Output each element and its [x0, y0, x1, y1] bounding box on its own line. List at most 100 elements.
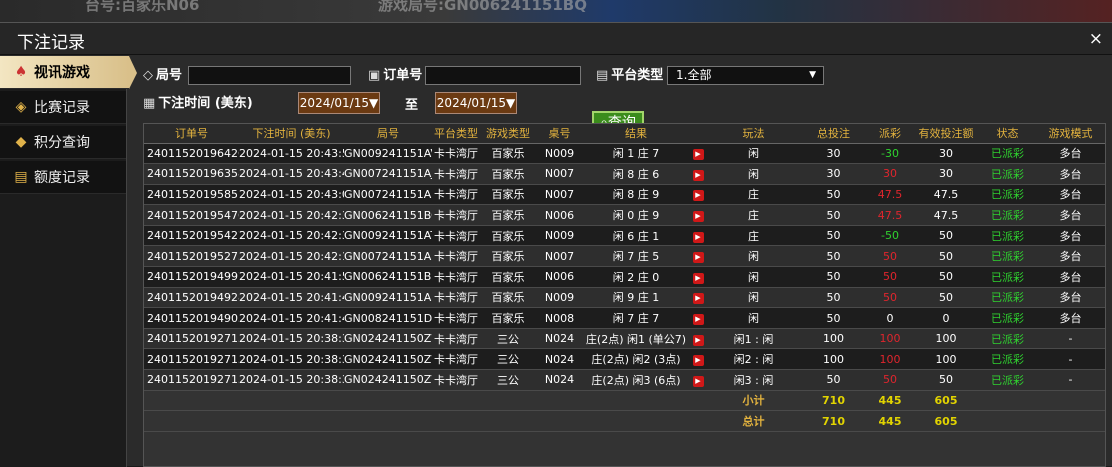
- total-total-bet: 710: [800, 410, 867, 432]
- table-row[interactable]: 2401152019499712024-01-15 20:41:55GN0062…: [144, 266, 1105, 288]
- bet-record-dialog: 下注记录 × ♠ 视讯游戏 ◈ 比赛记录 ◆ 积分查询 ▤ 额度记录 ◇ 局号 ▣…: [0, 22, 1112, 467]
- play-icon[interactable]: ▶: [692, 169, 704, 181]
- bet-time-cell: 2024-01-15 20:43:47: [239, 163, 344, 185]
- table-row[interactable]: 2401152019271562024-01-15 20:38:30GN0242…: [144, 328, 1105, 350]
- table-no-cell: N024: [536, 369, 583, 391]
- sidebar-item-live-games[interactable]: ♠ 视讯游戏: [0, 56, 137, 89]
- play-icon[interactable]: ▶: [692, 293, 704, 305]
- bet-option-cell: 庄: [707, 184, 800, 206]
- empty-cell: [344, 410, 432, 432]
- play-icon[interactable]: ▶: [692, 231, 704, 243]
- round-id-cell: GN024241150ZW: [344, 328, 432, 350]
- bet-option-cell: 庄: [707, 204, 800, 226]
- replay-cell: ▶: [689, 204, 707, 226]
- table-row[interactable]: 2401152019492892024-01-15 20:41:48GN0092…: [144, 287, 1105, 309]
- sidebar-item-points[interactable]: ◆ 积分查询: [0, 126, 126, 159]
- date-to-picker[interactable]: 2024/01/15▼: [435, 92, 517, 114]
- sidebar-item-label: 视讯游戏: [34, 65, 90, 81]
- status-cell: 已派彩: [979, 307, 1036, 329]
- bet-option-cell: 闲: [707, 245, 800, 268]
- round-id-cell: GN009241151AS: [344, 287, 432, 309]
- total-row: 总计 710 445 605: [144, 410, 1105, 432]
- game-mode-cell: 多台: [1036, 287, 1105, 309]
- platform-select[interactable]: 1.全部 ▼: [667, 66, 824, 85]
- dialog-title: 下注记录: [17, 33, 85, 53]
- subtotal-total-bet: 710: [800, 390, 867, 412]
- bet-time-cell: 2024-01-15 20:42:37: [239, 204, 344, 226]
- platform-cell: 卡卡湾厅: [432, 307, 480, 329]
- play-icon[interactable]: ▶: [692, 252, 704, 264]
- play-icon[interactable]: ▶: [692, 272, 704, 284]
- valid-bet-cell: 50: [913, 225, 979, 247]
- result-cell: 闲 2 庄 0: [583, 266, 689, 288]
- table-row[interactable]: 2401152019542772024-01-15 20:42:34GN0092…: [144, 225, 1105, 247]
- column-header: 游戏类型: [480, 124, 536, 144]
- game-mode-cell: -: [1036, 369, 1105, 391]
- valid-bet-cell: 47.5: [913, 204, 979, 226]
- play-icon[interactable]: ▶: [692, 314, 704, 326]
- list-icon: ▤: [596, 68, 609, 83]
- bet-time-cell: 2024-01-15 20:42:17: [239, 245, 344, 268]
- play-icon[interactable]: ▶: [692, 355, 704, 367]
- bet-option-cell: 闲2 : 闲: [707, 348, 800, 371]
- total-bet-cell: 50: [800, 266, 867, 288]
- play-icon[interactable]: ▶: [692, 211, 704, 223]
- sidebar-item-match-records[interactable]: ◈ 比赛记录: [0, 91, 126, 124]
- result-cell: 庄(2点) 闲2 (3点): [583, 348, 689, 371]
- order-input[interactable]: [425, 66, 581, 85]
- table-body: 2401152019642642024-01-15 20:43:52GN0092…: [144, 143, 1105, 432]
- result-cell: 闲 7 庄 7: [583, 307, 689, 329]
- table-row[interactable]: 2401152019547682024-01-15 20:42:37GN0062…: [144, 204, 1105, 226]
- replay-cell: ▶: [689, 287, 707, 309]
- play-icon[interactable]: ▶: [692, 375, 704, 387]
- table-row[interactable]: 2401152019585162024-01-15 20:43:07GN0072…: [144, 184, 1105, 206]
- play-icon[interactable]: ▶: [692, 334, 704, 346]
- column-header: 结果: [583, 124, 689, 144]
- order-id-cell: 240115201952731: [144, 245, 239, 268]
- total-bet-cell: 30: [800, 143, 867, 165]
- game-mode-cell: -: [1036, 348, 1105, 371]
- round-input[interactable]: [188, 66, 351, 85]
- platform-cell: 卡卡湾厅: [432, 225, 480, 247]
- table-row[interactable]: 2401152019271552024-01-15 20:38:30GN0242…: [144, 348, 1105, 371]
- status-cell: 已派彩: [979, 245, 1036, 268]
- valid-bet-cell: 100: [913, 348, 979, 371]
- result-cell: 闲 8 庄 6: [583, 163, 689, 185]
- table-row[interactable]: 2401152019271542024-01-15 20:38:30GN0242…: [144, 369, 1105, 391]
- status-cell: 已派彩: [979, 163, 1036, 185]
- order-id-cell: 240115201954768: [144, 204, 239, 226]
- empty-cell: [344, 390, 432, 412]
- records-table: 订单号 下注时间 (美东) 局号 平台类型 游戏类型 桌号 结果 玩法 总投注 派彩 有效投注额 状态…: [143, 123, 1106, 467]
- clipboard-icon: ▣: [368, 68, 381, 83]
- order-label: ▣ 订单号: [368, 68, 423, 83]
- status-cell: 已派彩: [979, 328, 1036, 350]
- bet-option-cell: 闲3 : 闲: [707, 369, 800, 391]
- column-header: 游戏模式: [1036, 124, 1105, 144]
- play-icon[interactable]: ▶: [692, 149, 704, 161]
- background-round-label: 游戏局号:GN006241151BQ: [378, 0, 587, 14]
- total-bet-cell: 100: [800, 328, 867, 350]
- bet-time-cell: 2024-01-15 20:38:30: [239, 328, 344, 350]
- background-table-label: 台号:百家乐N06: [85, 0, 200, 14]
- sidebar-item-credit-records[interactable]: ▤ 额度记录: [0, 161, 126, 194]
- sidebar: ♠ 视讯游戏 ◈ 比赛记录 ◆ 积分查询 ▤ 额度记录: [0, 56, 137, 467]
- empty-cell: [536, 410, 583, 432]
- table-row[interactable]: 2401152019642642024-01-15 20:43:52GN0092…: [144, 143, 1105, 165]
- replay-cell: ▶: [689, 369, 707, 391]
- total-bet-cell: 100: [800, 348, 867, 371]
- close-icon[interactable]: ×: [1089, 29, 1103, 49]
- table-row[interactable]: 2401152019635872024-01-15 20:43:47GN0072…: [144, 163, 1105, 185]
- round-id-cell: GN024241150ZW: [344, 348, 432, 371]
- table-no-cell: N006: [536, 266, 583, 288]
- game-mode-cell: -: [1036, 328, 1105, 350]
- result-cell: 闲 7 庄 5: [583, 245, 689, 268]
- game-type-cell: 百家乐: [480, 163, 536, 185]
- platform-cell: 卡卡湾厅: [432, 184, 480, 206]
- empty-cell: [979, 410, 1036, 432]
- table-row[interactable]: 2401152019490382024-01-15 20:41:45GN0082…: [144, 307, 1105, 329]
- table-row[interactable]: 2401152019527312024-01-15 20:42:17GN0072…: [144, 245, 1105, 268]
- play-icon[interactable]: ▶: [692, 190, 704, 202]
- result-cell: 闲 8 庄 9: [583, 184, 689, 206]
- status-cell: 已派彩: [979, 287, 1036, 309]
- date-from-picker[interactable]: 2024/01/15▼: [298, 92, 380, 114]
